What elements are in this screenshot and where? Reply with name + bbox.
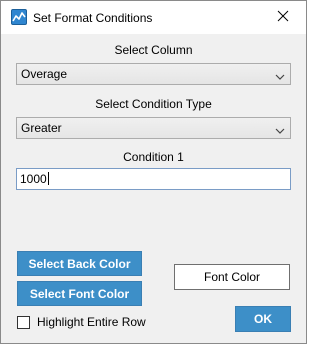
font-color-preview[interactable]: Font Color bbox=[174, 264, 290, 290]
column-select[interactable]: Overage bbox=[16, 63, 291, 85]
set-format-conditions-dialog: Set Format Conditions Select Column Over… bbox=[0, 0, 307, 344]
select-column-label: Select Column bbox=[114, 43, 193, 57]
chevron-down-icon bbox=[275, 70, 285, 80]
highlight-entire-row-option[interactable]: Highlight Entire Row bbox=[17, 314, 146, 330]
condition-1-label: Condition 1 bbox=[123, 150, 184, 164]
close-icon bbox=[277, 10, 289, 25]
select-font-color-button[interactable]: Select Font Color bbox=[17, 281, 142, 306]
ok-button[interactable]: OK bbox=[235, 306, 291, 332]
chart-line-icon bbox=[11, 9, 27, 25]
highlight-entire-row-label: Highlight Entire Row bbox=[37, 315, 146, 329]
condition-type-select[interactable]: Greater bbox=[16, 117, 291, 139]
select-back-color-button[interactable]: Select Back Color bbox=[17, 251, 142, 276]
select-condition-type-label: Select Condition Type bbox=[95, 97, 212, 111]
close-button[interactable] bbox=[260, 1, 306, 34]
condition-1-input[interactable]: 1000 bbox=[16, 168, 291, 190]
text-caret bbox=[47, 172, 49, 185]
condition-1-value: 1000 bbox=[20, 172, 47, 186]
highlight-entire-row-checkbox[interactable] bbox=[17, 315, 30, 329]
window-title: Set Format Conditions bbox=[33, 11, 153, 25]
condition-type-select-value: Greater bbox=[21, 121, 62, 135]
title-bar[interactable]: Set Format Conditions bbox=[1, 1, 306, 34]
column-select-value: Overage bbox=[21, 67, 68, 81]
chevron-down-icon bbox=[275, 124, 285, 134]
